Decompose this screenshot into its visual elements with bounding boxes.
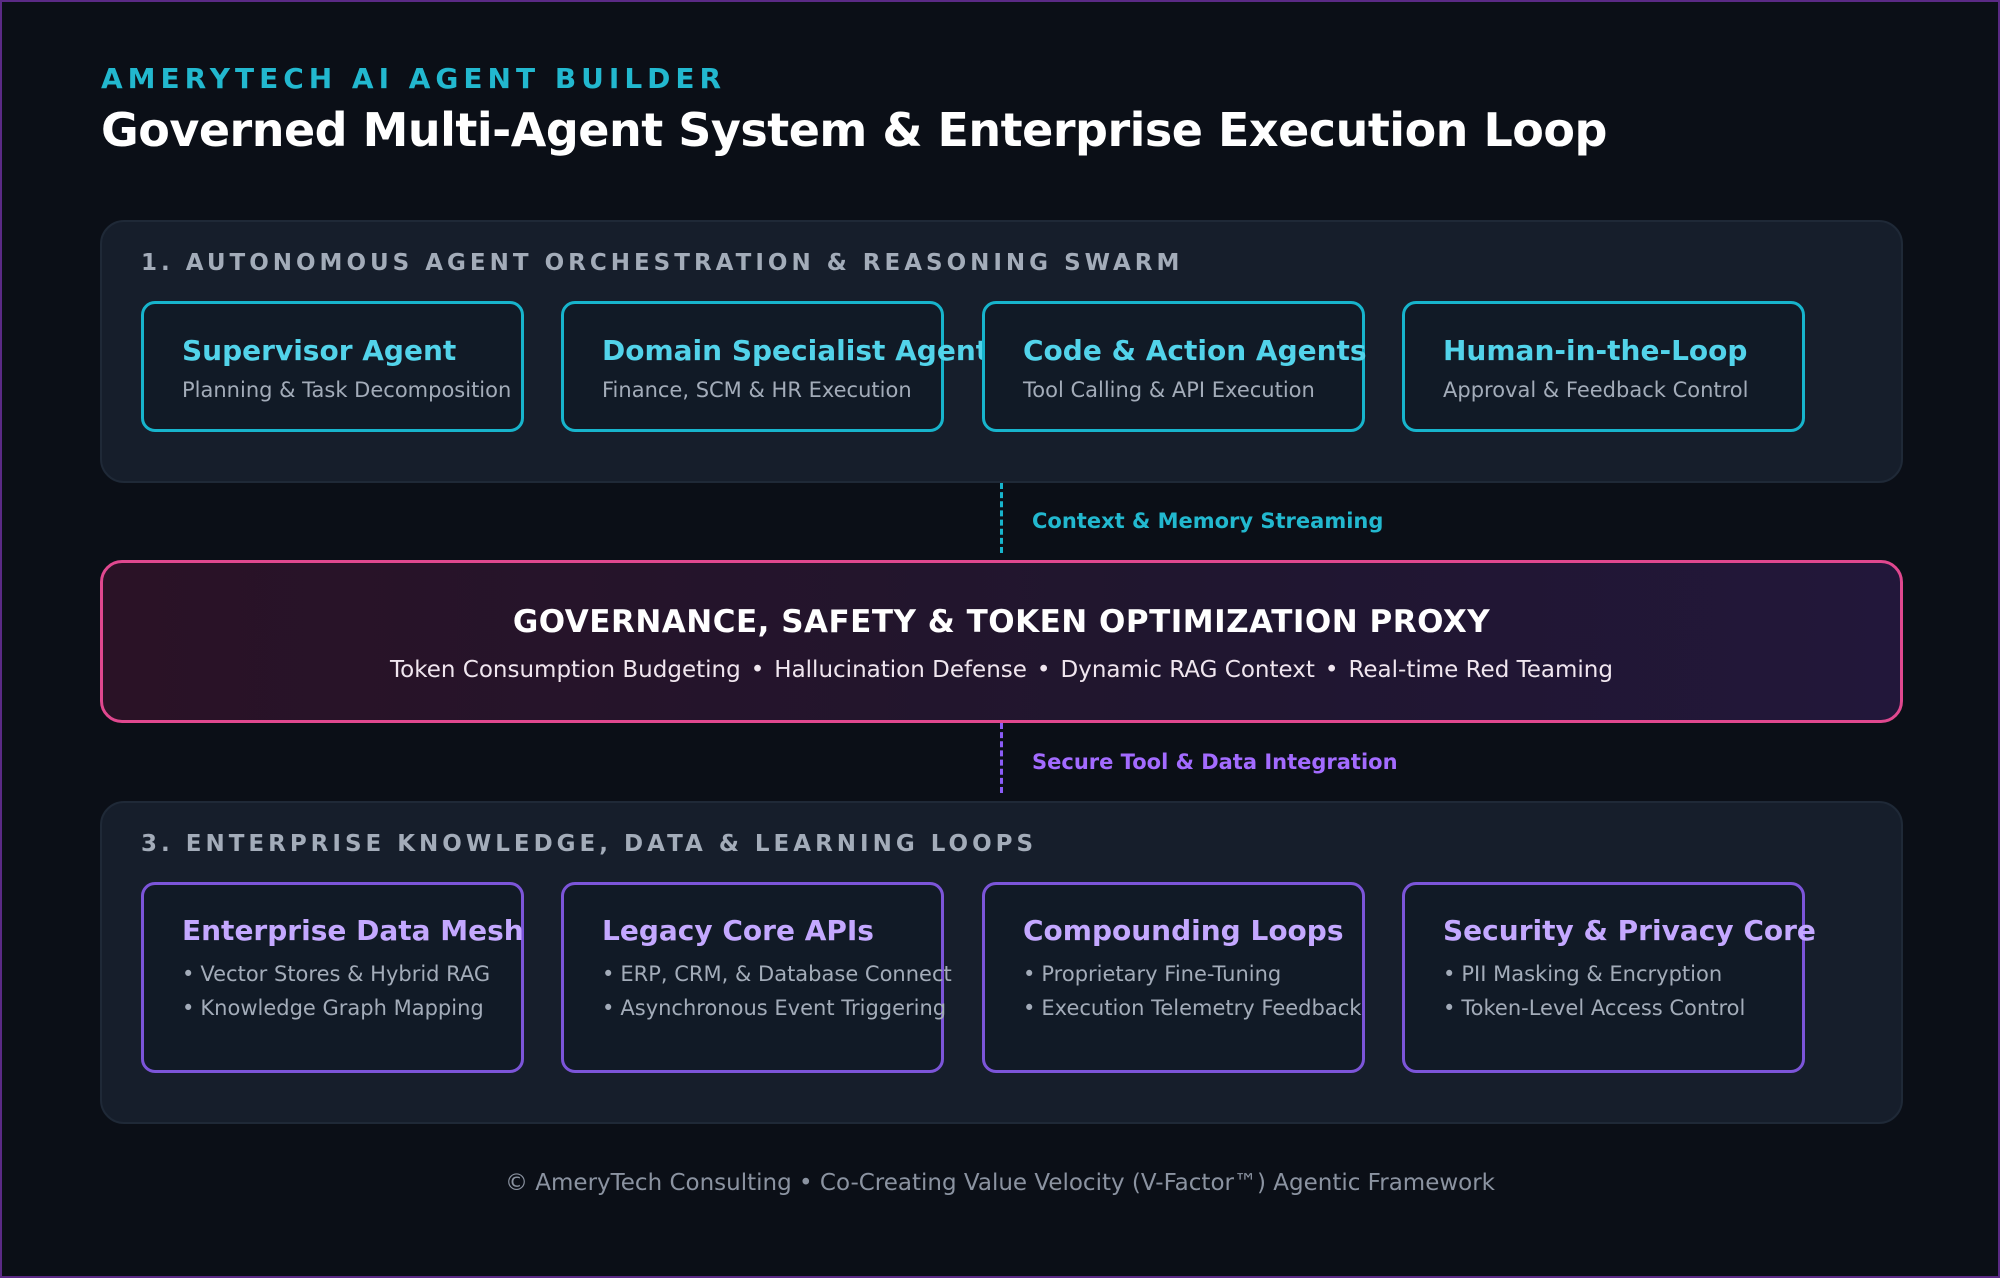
secure-integration-connector xyxy=(1000,723,1003,793)
bullet-text: Vector Stores & Hybrid RAG xyxy=(200,962,491,986)
diagram-canvas: AMERYTECH AI AGENT BUILDER Governed Mult… xyxy=(0,0,2000,1278)
footer-credit: © AmeryTech Consulting • Co-Creating Val… xyxy=(504,1170,1496,1196)
security-privacy-core-card: Security & Privacy Core • PII Masking & E… xyxy=(1402,882,1816,1073)
code-action-agents-card: Code & Action Agents Tool Calling & API … xyxy=(982,301,1367,432)
card-title: Enterprise Data Mesh xyxy=(182,914,524,947)
section-label: 3. ENTERPRISE KNOWLEDGE, DATA & LEARNING… xyxy=(141,831,1038,857)
card-bullet: • Proprietary Fine-Tuning xyxy=(1023,962,1281,986)
bullet-text: ERP, CRM, & Database Connect xyxy=(620,962,952,986)
bullet-text: Execution Telemetry Feedback xyxy=(1041,996,1362,1020)
bullet-text: Knowledge Graph Mapping xyxy=(200,996,484,1020)
brand-eyebrow: AMERYTECH AI AGENT BUILDER xyxy=(101,62,727,95)
bullet-dot: • xyxy=(1443,962,1456,986)
proxy-item: Hallucination Defense xyxy=(774,657,1027,683)
card-bullet: • Execution Telemetry Feedback xyxy=(1023,996,1361,1020)
card-subtitle: Tool Calling & API Execution xyxy=(1023,378,1315,402)
proxy-item: Dynamic RAG Context xyxy=(1060,657,1315,683)
bullet-dot: • xyxy=(182,962,195,986)
governance-proxy-layer: GOVERNANCE, SAFETY & TOKEN OPTIMIZATION … xyxy=(100,560,1903,723)
proxy-item: Token Consumption Budgeting xyxy=(390,657,741,683)
agent-orchestration-section: 1. AUTONOMOUS AGENT ORCHESTRATION & REAS… xyxy=(100,220,1903,483)
context-memory-connector xyxy=(1000,483,1003,553)
card-bullet: • Asynchronous Event Triggering xyxy=(602,996,946,1020)
separator-dot: • xyxy=(1324,657,1339,683)
card-bullet: • Vector Stores & Hybrid RAG xyxy=(182,962,490,986)
secure-integration-label: Secure Tool & Data Integration xyxy=(1032,750,1398,774)
page-title: Governed Multi-Agent System & Enterprise… xyxy=(101,103,1607,157)
card-subtitle: Finance, SCM & HR Execution xyxy=(602,378,912,402)
bullet-dot: • xyxy=(1023,996,1036,1020)
bullet-dot: • xyxy=(602,996,615,1020)
proxy-capabilities: Token Consumption Budgeting • Hallucinatio… xyxy=(103,657,1900,683)
card-bullet: • PII Masking & Encryption xyxy=(1443,962,1722,986)
separator-dot: • xyxy=(750,657,765,683)
card-title: Compounding Loops xyxy=(1023,914,1344,947)
card-title: Code & Action Agents xyxy=(1023,334,1367,367)
bullet-text: Token-Level Access Control xyxy=(1461,996,1746,1020)
card-subtitle: Approval & Feedback Control xyxy=(1443,378,1749,402)
card-title: Supervisor Agent xyxy=(182,334,457,367)
enterprise-knowledge-section: 3. ENTERPRISE KNOWLEDGE, DATA & LEARNING… xyxy=(100,801,1903,1124)
bullet-dot: • xyxy=(1023,962,1036,986)
bullet-dot: • xyxy=(182,996,195,1020)
legacy-core-apis-card: Legacy Core APIs • ERP, CRM, & Database C… xyxy=(561,882,952,1073)
proxy-title: GOVERNANCE, SAFETY & TOKEN OPTIMIZATION … xyxy=(512,604,1491,640)
separator-dot: • xyxy=(1036,657,1051,683)
bullet-dot: • xyxy=(1443,996,1456,1020)
bullet-text: Proprietary Fine-Tuning xyxy=(1041,962,1282,986)
bullet-dot: • xyxy=(602,962,615,986)
proxy-item: Real-time Red Teaming xyxy=(1348,657,1613,683)
enterprise-data-mesh-card: Enterprise Data Mesh • Vector Stores & Hy… xyxy=(141,882,524,1073)
card-bullet: • Knowledge Graph Mapping xyxy=(182,996,484,1020)
bullet-text: Asynchronous Event Triggering xyxy=(620,996,947,1020)
card-subtitle: Planning & Task Decomposition xyxy=(182,378,512,402)
card-bullet: • ERP, CRM, & Database Connect xyxy=(602,962,952,986)
card-title: Legacy Core APIs xyxy=(602,914,874,947)
context-memory-label: Context & Memory Streaming xyxy=(1032,509,1384,533)
bullet-text: PII Masking & Encryption xyxy=(1461,962,1723,986)
card-title: Security & Privacy Core xyxy=(1443,914,1816,947)
domain-specialist-agents-card: Domain Specialist Agents Finance, SCM & … xyxy=(561,301,1006,432)
card-title: Human-in-the-Loop xyxy=(1443,334,1748,367)
compounding-loops-card: Compounding Loops • Proprietary Fine-Tuni… xyxy=(982,882,1365,1073)
supervisor-agent-card: Supervisor Agent Planning & Task Decompo… xyxy=(141,301,524,432)
human-in-the-loop-card: Human-in-the-Loop Approval & Feedback Co… xyxy=(1402,301,1805,432)
card-title: Domain Specialist Agents xyxy=(602,334,1006,367)
card-bullet: • Token-Level Access Control xyxy=(1443,996,1745,1020)
section-label: 1. AUTONOMOUS AGENT ORCHESTRATION & REAS… xyxy=(141,250,1184,276)
